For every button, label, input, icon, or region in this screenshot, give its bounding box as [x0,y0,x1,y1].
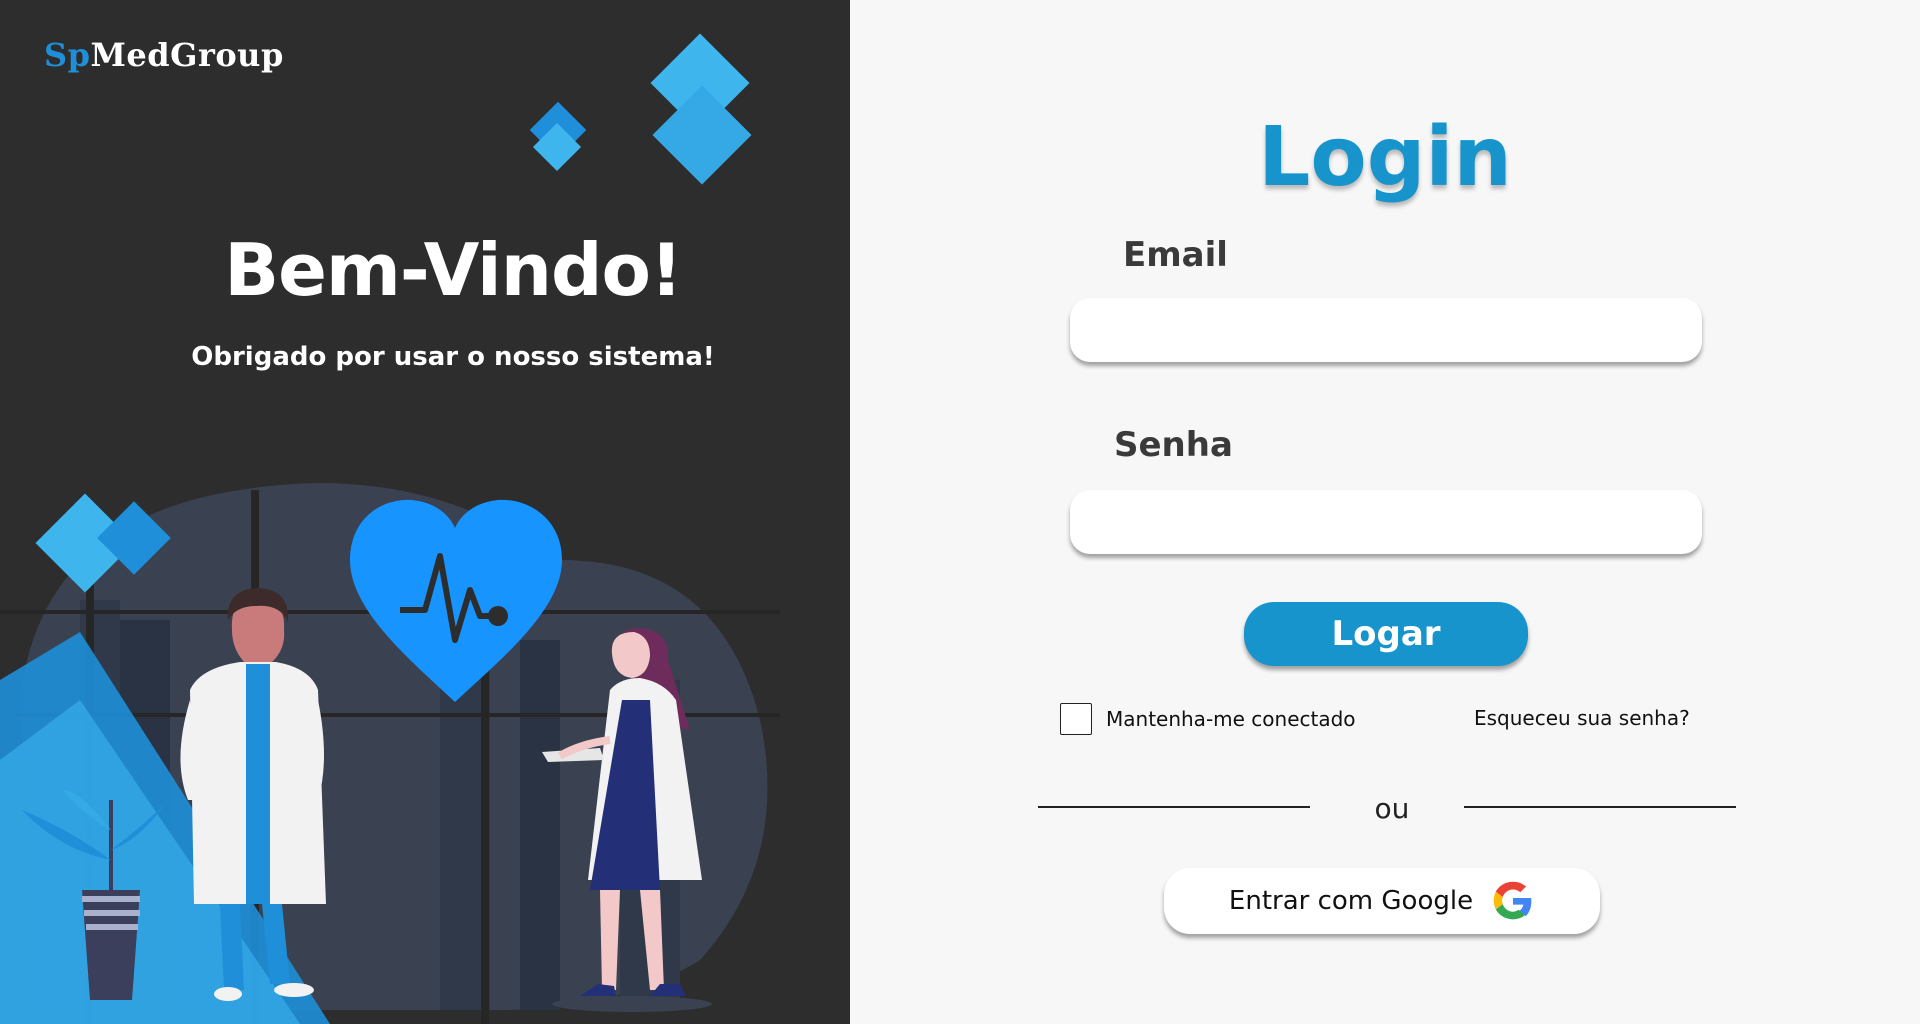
divider-right [1464,806,1736,808]
diamond-decoration-top [529,33,752,185]
or-separator: ou [1374,792,1410,825]
welcome-title: Bem-Vindo! [224,228,683,312]
welcome-panel: SpMedGroup Bem-Vindo! Obrigado por usar … [0,0,850,1024]
password-label: Senha [1114,425,1233,465]
google-icon [1493,881,1532,920]
brand-logo-prefix: Sp [44,36,91,74]
forgot-password-link[interactable]: Esqueceu sua senha? [1474,706,1690,730]
remember-me-checkbox[interactable] [1060,703,1092,735]
login-title: Login [1258,110,1512,205]
google-login-button[interactable]: Entrar com Google [1164,868,1600,934]
password-field[interactable] [1070,490,1702,554]
medical-illustration [0,33,780,1024]
remember-me[interactable]: Mantenha-me conectado [1060,703,1356,735]
google-login-label: Entrar com Google [1228,886,1474,916]
brand-logo-name: MedGroup [90,36,284,74]
welcome-subtitle: Obrigado por usar o nosso sistema! [191,342,715,372]
brand-logo: SpMedGroup [44,36,284,74]
login-button[interactable]: Logar [1244,602,1528,666]
email-field[interactable] [1070,298,1702,362]
divider-left [1038,806,1310,808]
email-label: Email [1123,235,1228,275]
login-panel: Login Email Senha Logar Mantenha-me cone… [850,0,1920,1024]
remember-me-label: Mantenha-me conectado [1106,707,1356,731]
